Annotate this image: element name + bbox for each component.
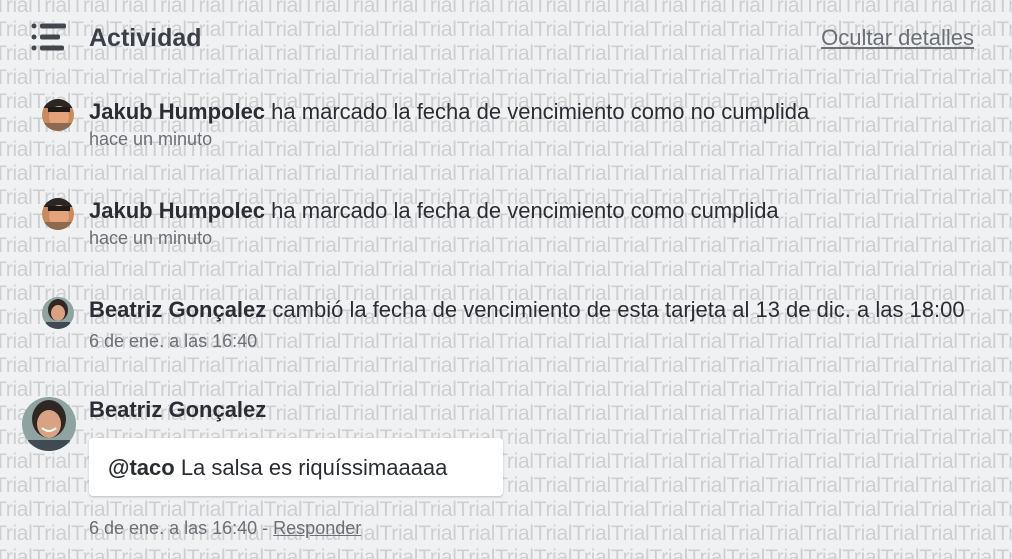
activity-text: Jakub Humpolec ha marcado la fecha de ve… <box>89 196 969 226</box>
reply-link[interactable]: Responder <box>273 518 361 538</box>
avatar-jakub[interactable] <box>42 198 74 230</box>
comment-text: @taco La salsa es riquíssimaaaaa <box>108 455 447 481</box>
comment-footer: 6 de ene. a las 16:40 - Responder <box>89 518 361 539</box>
activity-text: Jakub Humpolec ha marcado la fecha de ve… <box>89 97 969 127</box>
avatar-beatriz[interactable] <box>42 297 74 329</box>
avatar-jakub[interactable] <box>42 99 74 131</box>
activity-author[interactable]: Beatriz Gonçalez <box>89 297 266 322</box>
activity-time[interactable]: hace un minuto <box>89 228 969 249</box>
comment-separator: - <box>262 518 269 538</box>
activity-time[interactable]: hace un minuto <box>89 129 969 150</box>
activity-action: ha marcado la fecha de vencimiento como … <box>271 198 779 223</box>
activity-panel: Actividad Ocultar detalles Jakub Humpole… <box>0 0 1012 559</box>
activity-author[interactable]: Jakub Humpolec <box>89 99 265 124</box>
activity-action: ha marcado la fecha de vencimiento como … <box>271 99 810 124</box>
comment-author[interactable]: Beatriz Gonçalez <box>89 397 266 422</box>
activity-time[interactable]: 6 de ene. a las 16:40 <box>89 331 257 351</box>
activity-item: Jakub Humpolec ha marcado la fecha de ve… <box>89 97 969 150</box>
activity-list-icon <box>30 22 68 52</box>
activity-item: Beatriz Gonçalez cambió la fecha de venc… <box>89 295 979 356</box>
comment-time[interactable]: 6 de ene. a las 16:40 <box>89 518 257 538</box>
comment-body: La salsa es riquíssimaaaaa <box>180 455 448 480</box>
avatar-beatriz[interactable] <box>22 397 76 451</box>
activity-title: Actividad <box>89 24 202 52</box>
comment-bubble: @taco La salsa es riquíssimaaaaa <box>89 438 503 496</box>
activity-author[interactable]: Jakub Humpolec <box>89 198 265 223</box>
comment-header: Beatriz Gonçalez <box>89 395 969 425</box>
activity-action: cambió la fecha de vencimiento de esta t… <box>272 297 965 322</box>
comment-mention[interactable]: @taco <box>108 455 175 480</box>
activity-text: Beatriz Gonçalez cambió la fecha de venc… <box>89 295 979 356</box>
activity-item: Jakub Humpolec ha marcado la fecha de ve… <box>89 196 969 249</box>
hide-details-link[interactable]: Ocultar detalles <box>821 25 974 51</box>
